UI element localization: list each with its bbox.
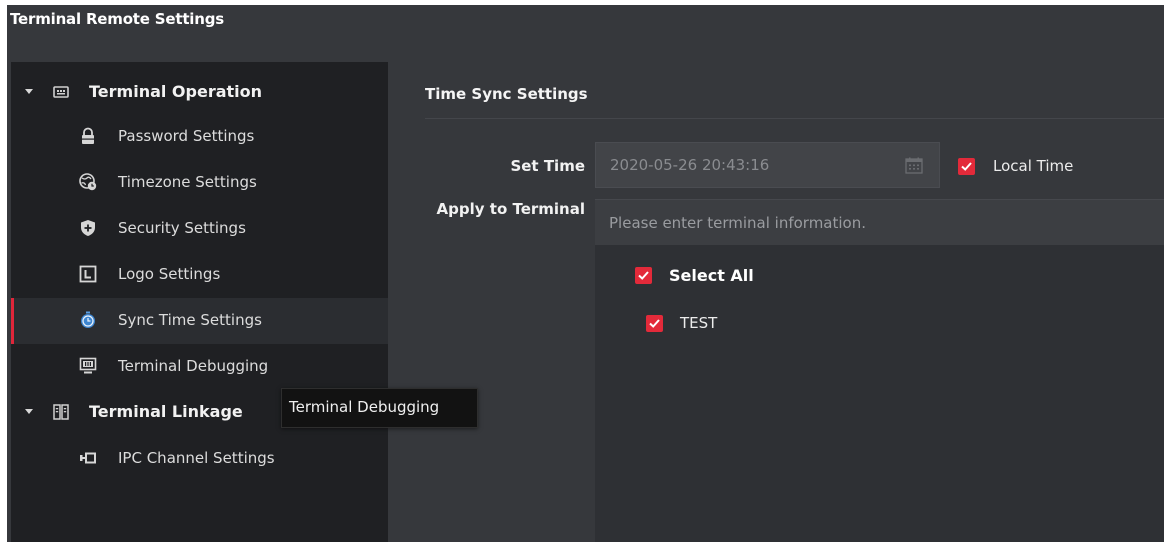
globe-clock-icon [79, 173, 97, 191]
apply-to-terminal-label: Apply to Terminal [436, 200, 585, 218]
section-title: Time Sync Settings [425, 85, 588, 103]
terminal-device-icon [53, 84, 69, 100]
sidebar-item-sync-time-settings[interactable]: Sync Time Settings [11, 298, 388, 344]
camera-channel-icon [79, 449, 97, 467]
sidebar-item-label: Timezone Settings [118, 173, 257, 191]
lock-icon [79, 127, 97, 145]
shield-icon [79, 219, 97, 237]
caret-down-icon[interactable] [25, 89, 33, 94]
caret-down-icon[interactable] [25, 409, 33, 414]
local-time-checkbox[interactable] [958, 158, 975, 175]
calendar-icon[interactable] [905, 157, 923, 174]
set-time-value: 2020-05-26 20:43:16 [610, 156, 770, 174]
linkage-icon [53, 404, 69, 420]
local-time-label: Local Time [993, 157, 1074, 175]
sidebar-item-logo-settings[interactable]: Logo Settings [11, 252, 388, 298]
sidebar-item-security-settings[interactable]: Security Settings [11, 206, 388, 252]
sidebar-item-label: Logo Settings [118, 265, 221, 283]
terminal-name: TEST [680, 314, 718, 332]
stopwatch-icon [79, 311, 97, 329]
terminal-remote-settings-window: Terminal Remote Settings Terminal Operat… [7, 5, 1164, 542]
set-time-label: Set Time [510, 157, 585, 175]
terminal-search-field[interactable] [595, 199, 1164, 245]
sidebar-item-label: IPC Channel Settings [118, 449, 275, 467]
tooltip: Terminal Debugging [281, 388, 478, 428]
sidebar-item-label: Sync Time Settings [118, 311, 262, 329]
terminal-checkbox-test[interactable] [646, 315, 663, 332]
debug-monitor-icon [79, 357, 97, 375]
terminal-list: Select All TEST [595, 245, 1164, 542]
sidebar-item-label: Password Settings [118, 127, 255, 145]
sidebar-group-label: Terminal Operation [89, 82, 263, 101]
sidebar: Terminal Operation Password Settings Tim… [11, 62, 388, 542]
select-all-label: Select All [669, 266, 754, 285]
sidebar-item-timezone-settings[interactable]: Timezone Settings [11, 160, 388, 206]
sidebar-group-terminal-operation[interactable]: Terminal Operation [11, 70, 388, 114]
set-time-field[interactable]: 2020-05-26 20:43:16 [595, 142, 940, 188]
section-divider [425, 118, 1164, 119]
logo-icon [79, 265, 97, 283]
sidebar-item-password-settings[interactable]: Password Settings [11, 114, 388, 160]
sidebar-item-label: Terminal Debugging [118, 357, 269, 375]
sidebar-item-terminal-debugging[interactable]: Terminal Debugging [11, 344, 388, 390]
terminal-search-input[interactable] [595, 200, 1164, 245]
select-all-checkbox[interactable] [635, 267, 652, 284]
sidebar-item-label: Security Settings [118, 219, 246, 237]
sidebar-group-label: Terminal Linkage [89, 402, 243, 421]
window-title: Terminal Remote Settings [10, 10, 224, 28]
sidebar-item-ipc-channel-settings[interactable]: IPC Channel Settings [11, 436, 388, 482]
